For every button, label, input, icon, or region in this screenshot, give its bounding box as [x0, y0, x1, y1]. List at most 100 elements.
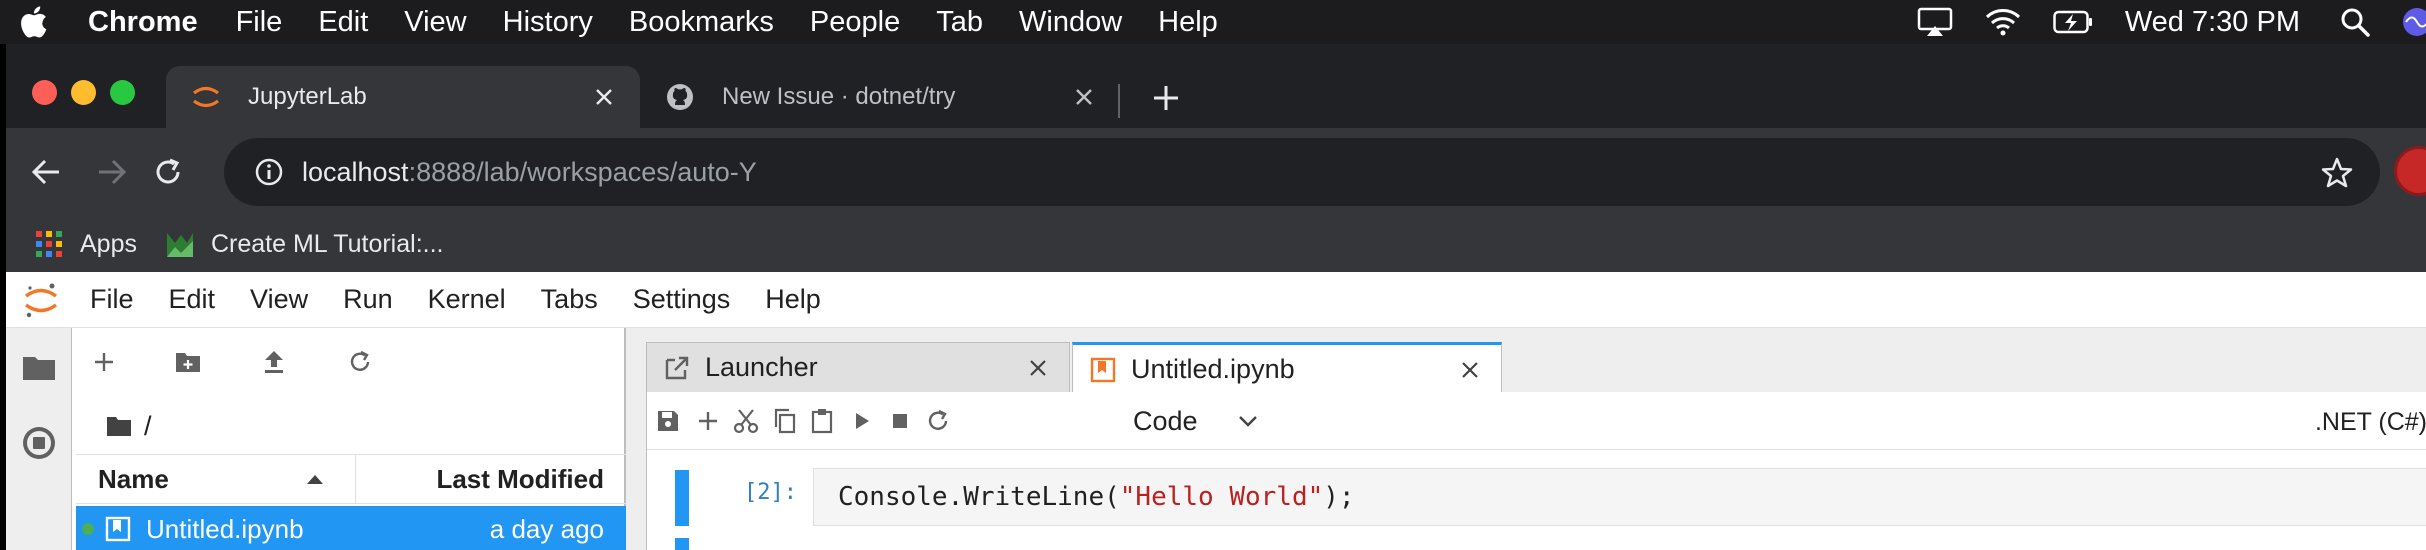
mac-menu-people[interactable]: People: [810, 6, 900, 39]
menubar-clock[interactable]: Wed 7:30 PM: [2125, 6, 2300, 39]
jupyterlab-app: File Edit View Run Kernel Tabs Settings …: [6, 272, 2426, 550]
bookmark-label: Apps: [80, 229, 137, 258]
cell-collapser[interactable]: [675, 470, 689, 526]
siri-icon[interactable]: [2402, 7, 2426, 37]
launcher-icon: [665, 356, 689, 379]
notebook-toolbar: Code .NET (C#): [647, 392, 2426, 450]
folder-icon[interactable]: [20, 348, 58, 386]
browser-toolbar: localhost:8888/lab/workspaces/auto-Y: [6, 128, 2426, 216]
sort-ascending-icon: [307, 475, 323, 484]
window-controls: [32, 80, 135, 105]
battery-charging-icon[interactable]: [2053, 10, 2093, 34]
paste-icon[interactable]: [807, 406, 837, 436]
new-launcher-button[interactable]: [88, 346, 120, 378]
jupyter-logo-icon: [24, 283, 58, 317]
new-folder-icon[interactable]: [172, 346, 204, 378]
run-icon[interactable]: [847, 406, 877, 436]
browser-tab-title: New Issue · dotnet/try: [722, 83, 956, 110]
mac-menu-file[interactable]: File: [236, 6, 283, 39]
upload-icon[interactable]: [258, 346, 290, 378]
mac-menu-edit[interactable]: Edit: [318, 6, 368, 39]
refresh-icon[interactable]: [344, 346, 376, 378]
browser-tab-title: JupyterLab: [248, 83, 367, 110]
tab-strip: JupyterLab New Issue · dotnet/try: [6, 44, 2426, 128]
bookmark-label: Create ML Tutorial:...: [210, 229, 444, 258]
close-tab-icon[interactable]: [588, 81, 620, 113]
url-path: :8888/lab/workspaces/auto-Y: [408, 156, 757, 187]
breadcrumb-path[interactable]: /: [144, 411, 152, 442]
doc-tab-notebook[interactable]: Untitled.ipynb: [1072, 342, 1502, 394]
window-close-button[interactable]: [32, 80, 57, 105]
code-text: );: [1323, 482, 1355, 512]
column-header-name[interactable]: Name: [76, 455, 356, 503]
notebook-file-icon: [105, 516, 131, 542]
airplay-icon[interactable]: [1917, 7, 1953, 37]
stop-icon[interactable]: [885, 406, 915, 436]
back-arrow-icon[interactable]: [24, 150, 68, 194]
code-editor[interactable]: Console.WriteLine("Hello World");: [813, 468, 2426, 526]
column-header-label: Name: [98, 463, 169, 494]
chrome-window: JupyterLab New Issue · dotnet/try localh…: [6, 44, 2426, 550]
close-icon[interactable]: [1025, 355, 1051, 381]
browser-tab-jupyterlab[interactable]: JupyterLab: [166, 66, 640, 128]
mac-menu-help[interactable]: Help: [1158, 6, 1218, 39]
jupyter-menu-view[interactable]: View: [250, 284, 308, 315]
output-collapser[interactable]: [675, 538, 689, 550]
notebook-icon: [1090, 357, 1116, 382]
mac-menu-bookmarks[interactable]: Bookmarks: [629, 6, 774, 39]
cell-type-value: Code: [1133, 405, 1198, 436]
restart-kernel-icon[interactable]: [923, 406, 953, 436]
home-folder-icon[interactable]: [106, 415, 132, 437]
reload-icon[interactable]: [146, 150, 190, 194]
close-icon[interactable]: [1457, 357, 1483, 383]
copy-icon[interactable]: [769, 406, 799, 436]
main-dock-area: Launcher Untitled.ipynb Code .NET (C#) […: [626, 328, 2426, 550]
apple-menu-icon[interactable]: [18, 5, 54, 39]
spotlight-search-icon[interactable]: [2340, 7, 2370, 37]
jupyter-menu-file[interactable]: File: [90, 284, 134, 315]
new-tab-button[interactable]: [1146, 78, 1186, 118]
bookmark-apps[interactable]: Apps: [34, 229, 137, 259]
jupyter-menu-kernel[interactable]: Kernel: [428, 284, 506, 315]
bookmark-star-icon[interactable]: [2320, 156, 2354, 190]
site-info-icon[interactable]: [254, 157, 284, 187]
jupyter-menu-help[interactable]: Help: [765, 284, 821, 315]
insert-cell-icon[interactable]: [693, 406, 723, 436]
code-cell[interactable]: [2]: Console.WriteLine("Hello World");: [647, 450, 2426, 550]
window-zoom-button[interactable]: [110, 80, 135, 105]
jupyter-menu-edit[interactable]: Edit: [169, 284, 216, 315]
mac-menu-view[interactable]: View: [404, 6, 466, 39]
address-bar[interactable]: localhost:8888/lab/workspaces/auto-Y: [224, 138, 2380, 206]
tab-separator: [1118, 84, 1120, 118]
mac-menu-history[interactable]: History: [503, 6, 593, 39]
chevron-down-icon: [1238, 416, 1257, 427]
kernel-name[interactable]: .NET (C#): [2315, 408, 2426, 437]
mac-menu-tab[interactable]: Tab: [936, 6, 983, 39]
jupyter-menu-run[interactable]: Run: [343, 284, 393, 315]
jupyter-menu-tabs[interactable]: Tabs: [541, 284, 598, 315]
file-list-item[interactable]: Untitled.ipynb a day ago: [76, 506, 626, 550]
close-tab-icon[interactable]: [1068, 81, 1100, 113]
cell-type-dropdown[interactable]: Code: [1133, 402, 1258, 440]
running-indicator: [82, 523, 94, 535]
createml-icon: [166, 233, 193, 257]
doc-tab-launcher[interactable]: Launcher: [646, 342, 1070, 392]
wifi-icon[interactable]: [1985, 8, 2021, 36]
profile-avatar[interactable]: [2394, 146, 2426, 196]
column-header-modified[interactable]: Last Modified: [356, 455, 626, 503]
forward-arrow-icon[interactable]: [90, 150, 134, 194]
save-icon[interactable]: [653, 406, 683, 436]
active-app-name[interactable]: Chrome: [88, 6, 198, 39]
cut-icon[interactable]: [731, 406, 761, 436]
bookmark-create-ml[interactable]: Create ML Tutorial:...: [165, 229, 444, 259]
file-modified: a day ago: [489, 513, 604, 544]
code-text: Console.WriteLine(: [838, 482, 1120, 512]
jupyter-logo-icon: [190, 81, 222, 113]
doc-tab-title: Untitled.ipynb: [1131, 354, 1295, 384]
jupyter-menu-settings[interactable]: Settings: [633, 284, 731, 315]
breadcrumb: /: [106, 406, 152, 446]
window-minimize-button[interactable]: [71, 80, 96, 105]
running-sessions-icon[interactable]: [20, 424, 58, 462]
browser-tab-github[interactable]: New Issue · dotnet/try: [640, 66, 1120, 128]
mac-menu-window[interactable]: Window: [1019, 6, 1122, 39]
